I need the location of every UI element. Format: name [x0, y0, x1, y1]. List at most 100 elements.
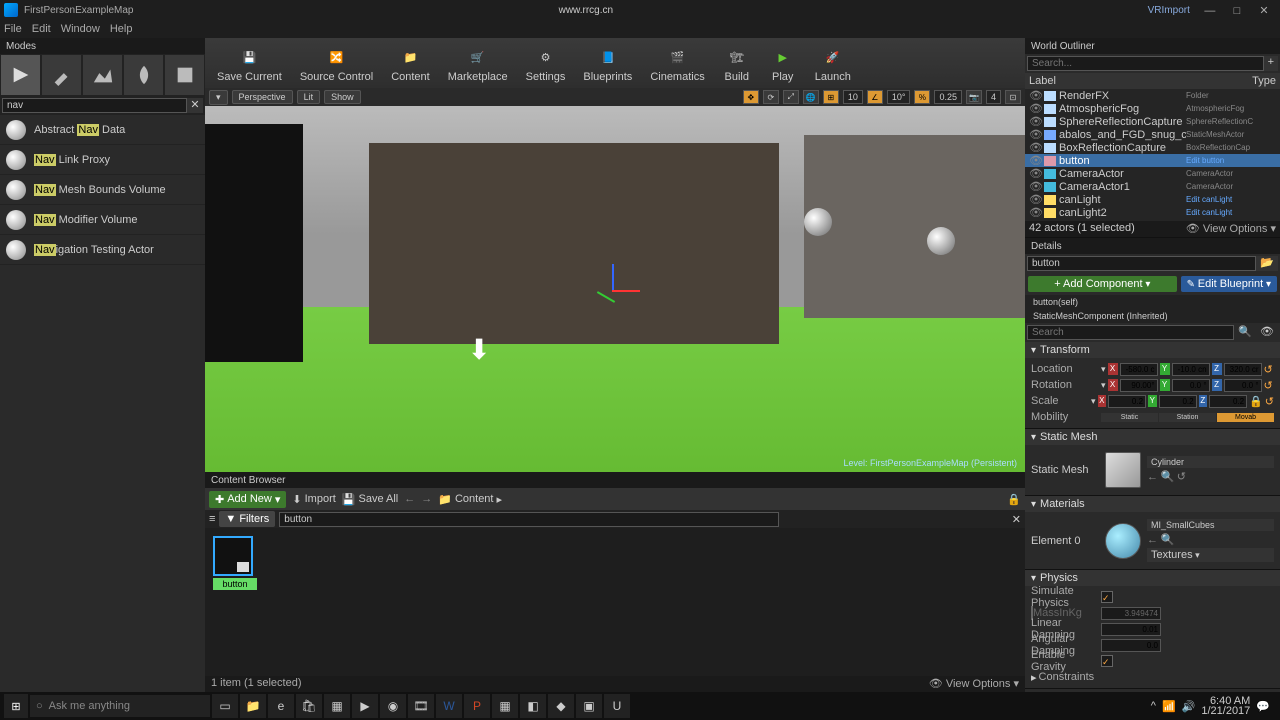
visibility-icon[interactable]: 👁	[1029, 180, 1041, 193]
simulate-physics-checkbox[interactable]	[1101, 591, 1113, 603]
powerpoint-icon[interactable]: P	[464, 694, 490, 718]
viewport-perspective[interactable]: Perspective	[232, 90, 293, 104]
component-row[interactable]: button(self)	[1025, 295, 1280, 309]
edit-blueprint-button[interactable]: ✎ Edit Blueprint ▾	[1181, 276, 1277, 292]
outliner-row[interactable]: 👁AtmosphericFogAtmosphericFog	[1025, 102, 1280, 115]
start-button[interactable]: ⊞	[4, 694, 28, 718]
mesh-thumbnail[interactable]	[1105, 452, 1141, 488]
content-filter-input[interactable]	[279, 512, 779, 527]
reset-icon[interactable]: ↺	[1264, 379, 1273, 392]
place-item[interactable]: Abstract Nav Data	[0, 115, 205, 145]
file-explorer-icon[interactable]: 📁	[240, 694, 266, 718]
scale-y-input[interactable]	[1159, 395, 1197, 408]
unreal-icon[interactable]: U	[604, 694, 630, 718]
rot-z-input[interactable]	[1224, 379, 1262, 392]
visibility-icon[interactable]: 👁	[1029, 206, 1041, 219]
clock[interactable]: 6:40 AM1/21/2017	[1201, 696, 1250, 716]
browse-to-icon[interactable]: 🔍	[1161, 471, 1175, 483]
viewport-show[interactable]: Show	[324, 90, 361, 104]
close-icon[interactable]: ✕	[1252, 4, 1276, 17]
mode-geometry[interactable]	[164, 54, 205, 96]
modes-search-input[interactable]	[2, 98, 187, 113]
outliner-view-options[interactable]: 👁 View Options ▾	[1186, 222, 1276, 236]
section-transform[interactable]: ▾ Transform	[1025, 342, 1280, 358]
volume-icon[interactable]: 🔊	[1182, 700, 1196, 713]
outliner-row[interactable]: 👁CameraActor1CameraActor	[1025, 180, 1280, 193]
cortana-search[interactable]: ○Ask me anything	[30, 695, 210, 717]
eye-icon[interactable]: 👁	[1256, 325, 1278, 340]
mobility-static[interactable]: Static	[1101, 413, 1158, 422]
app-icon[interactable]: ◆	[548, 694, 574, 718]
textures-dropdown[interactable]: Textures ▾	[1147, 548, 1274, 562]
visibility-icon[interactable]: 👁	[1029, 115, 1041, 128]
chrome-icon[interactable]: ◉	[380, 694, 406, 718]
toolbar-save[interactable]: 💾Save Current	[209, 41, 290, 85]
add-actor-icon[interactable]: +	[1264, 56, 1278, 71]
camera-speed[interactable]: 4	[986, 90, 1001, 104]
maximize-icon[interactable]: □	[1225, 5, 1249, 17]
viewport-maximize-icon[interactable]: ⊡	[1005, 90, 1021, 104]
filters-button[interactable]: ▼ Filters	[219, 511, 275, 527]
toolbar-marketplace[interactable]: 🛒Marketplace	[440, 41, 516, 85]
content-item[interactable]: button	[213, 536, 257, 590]
lock-icon[interactable]: 🔒	[1007, 493, 1021, 506]
minimize-icon[interactable]: —	[1198, 5, 1222, 17]
loc-x-input[interactable]	[1120, 363, 1158, 376]
word-icon[interactable]: W	[436, 694, 462, 718]
app-icon[interactable]: ▣	[576, 694, 602, 718]
browse-to-icon[interactable]: 🔍	[1161, 534, 1175, 546]
col-label[interactable]: Label	[1029, 75, 1252, 87]
col-type[interactable]: Type	[1252, 75, 1276, 87]
material-thumbnail[interactable]	[1105, 523, 1141, 559]
transform-move-icon[interactable]: ✥	[743, 90, 759, 104]
outliner-row[interactable]: 👁canLight2Edit canLight	[1025, 206, 1280, 219]
mobility-movable[interactable]: Movab	[1217, 413, 1274, 422]
component-row[interactable]: StaticMeshComponent (Inherited)	[1025, 309, 1280, 323]
add-component-button[interactable]: + Add Component ▾	[1028, 276, 1177, 292]
section-physics[interactable]: ▾ Physics	[1025, 570, 1280, 586]
mode-paint[interactable]	[41, 54, 82, 96]
browse-icon[interactable]: 📂	[1256, 256, 1278, 271]
transform-rotate-icon[interactable]: ⟳	[763, 90, 779, 104]
visibility-icon[interactable]: 👁	[1029, 102, 1041, 115]
scale-z-input[interactable]	[1209, 395, 1247, 408]
mass-input[interactable]	[1101, 607, 1161, 620]
place-item[interactable]: Nav Link Proxy	[0, 145, 205, 175]
edge-icon[interactable]: e	[268, 694, 294, 718]
angular-damping-input[interactable]	[1101, 639, 1161, 652]
loc-z-input[interactable]	[1224, 363, 1262, 376]
visibility-icon[interactable]: 👁	[1029, 167, 1041, 180]
mesh-name[interactable]: Cylinder	[1147, 456, 1274, 468]
toolbar-cinematics[interactable]: 🎬Cinematics	[642, 41, 712, 85]
place-item[interactable]: Nav Mesh Bounds Volume	[0, 175, 205, 205]
nav-back-icon[interactable]: ←	[404, 493, 415, 505]
visibility-icon[interactable]: 👁	[1029, 141, 1041, 154]
scale-snap-icon[interactable]: %	[914, 90, 930, 104]
scale-x-input[interactable]	[1108, 395, 1146, 408]
toolbar-settings[interactable]: ⚙Settings	[518, 41, 574, 85]
notifications-icon[interactable]: 💬	[1256, 700, 1270, 713]
viewport-lit[interactable]: Lit	[297, 90, 321, 104]
camera-speed-icon[interactable]: 📷	[966, 90, 982, 104]
details-search-input[interactable]	[1027, 325, 1234, 340]
store-icon[interactable]: 🛍	[296, 694, 322, 718]
app-icon[interactable]: ▦	[324, 694, 350, 718]
visibility-icon[interactable]: 👁	[1029, 89, 1041, 102]
surface-snap-icon[interactable]: ⊞	[823, 90, 839, 104]
viewport-3d[interactable]: ⬇ Level: FirstPersonExampleMap (Persiste…	[205, 106, 1025, 472]
show-sources-icon[interactable]: ≡	[209, 513, 215, 525]
reset-icon[interactable]: ↺	[1264, 363, 1273, 376]
use-selected-icon[interactable]: ←	[1147, 534, 1158, 546]
outliner-row[interactable]: 👁buttonEdit button	[1025, 154, 1280, 167]
app-icon[interactable]: ◧	[520, 694, 546, 718]
app-icon[interactable]: 🎞	[408, 694, 434, 718]
visibility-icon[interactable]: 👁	[1029, 154, 1041, 167]
view-options-button[interactable]: 👁 View Options ▾	[929, 677, 1019, 691]
toolbar-launch[interactable]: 🚀Launch	[807, 41, 859, 85]
menu-file[interactable]: File	[4, 23, 22, 35]
scale-snap[interactable]: 0.25	[934, 90, 962, 104]
toolbar-source[interactable]: 🔀Source Control	[292, 41, 381, 85]
details-name-input[interactable]	[1027, 256, 1256, 271]
visibility-icon[interactable]: 👁	[1029, 128, 1041, 141]
menu-window[interactable]: Window	[61, 23, 100, 35]
